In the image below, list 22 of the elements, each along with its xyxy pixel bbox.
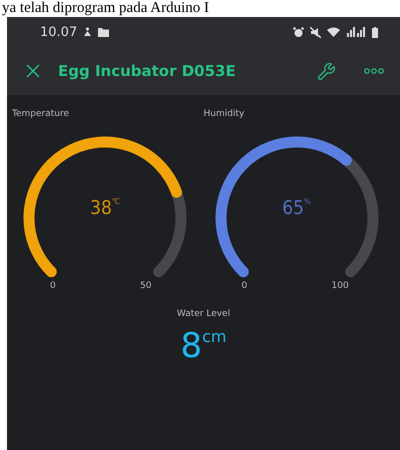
- app-title: Egg Incubator D053E: [58, 62, 237, 80]
- gauge-max-label: 100: [332, 281, 349, 291]
- folder-icon: [98, 28, 110, 36]
- gauge-max-label: 50: [140, 281, 152, 291]
- status-time: 10.07: [40, 24, 78, 40]
- gauge-min-label: 0: [50, 281, 56, 291]
- gauge-reading: 38℃: [90, 197, 120, 219]
- battery-icon: [372, 26, 378, 38]
- wifi-icon: [327, 27, 340, 37]
- gauge-min-label: 0: [242, 281, 248, 291]
- alarm-icon: [293, 26, 304, 38]
- wrench-button[interactable]: [317, 62, 336, 80]
- gauge-reading: 65%: [282, 197, 311, 219]
- gauge-label: Temperature: [12, 109, 70, 119]
- wrench-icon: [317, 62, 336, 80]
- mute-icon: [310, 26, 321, 38]
- value-label: Water Level: [176, 309, 230, 319]
- more-icon: [364, 68, 384, 74]
- signal-icon: [346, 27, 366, 37]
- caption-text: ya telah diprogram pada Arduino I: [1, 0, 210, 17]
- gauge-label: Humidity: [204, 109, 244, 119]
- more-button[interactable]: [364, 68, 384, 74]
